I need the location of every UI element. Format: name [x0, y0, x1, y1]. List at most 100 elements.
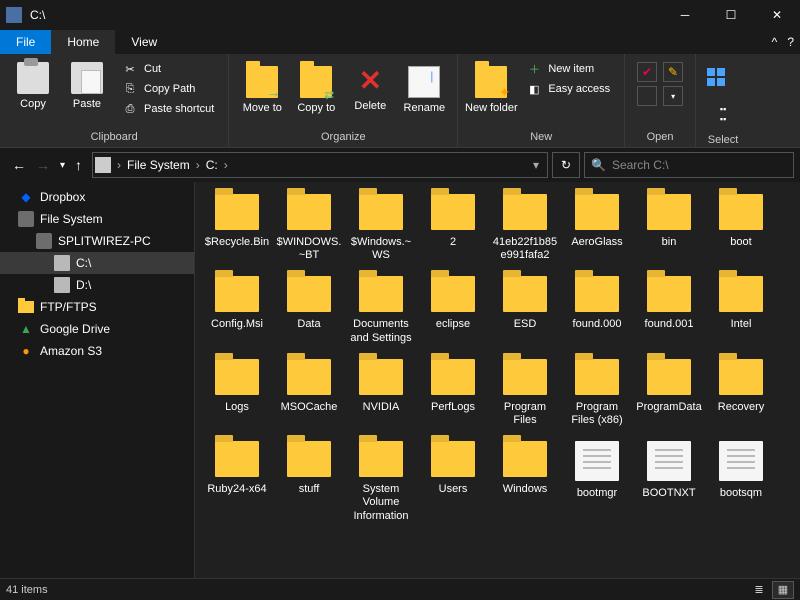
- up-button[interactable]: ↑: [75, 157, 82, 173]
- folder-s-icon: [18, 301, 34, 313]
- easy-access-label: Easy access: [548, 83, 610, 95]
- maximize-button[interactable]: ☐: [708, 0, 754, 30]
- recent-locations-button[interactable]: ▾: [60, 160, 65, 171]
- folder-item[interactable]: eclipse: [419, 276, 487, 344]
- folder-item[interactable]: ProgramData: [635, 359, 703, 427]
- tab-home[interactable]: Home: [51, 30, 115, 54]
- rename-button[interactable]: Rename: [397, 58, 451, 118]
- copy-to-button[interactable]: Copy to: [289, 58, 343, 118]
- ribbon-group-organize: Move to Copy to ✕Delete Rename Organize: [229, 54, 458, 147]
- item-label: PerfLogs: [431, 401, 475, 414]
- edit-button[interactable]: ✎: [663, 62, 683, 82]
- folder-item[interactable]: 41eb22f1b85e991fafa2: [491, 194, 559, 262]
- view-details-button[interactable]: ≣: [748, 581, 770, 599]
- tab-view[interactable]: View: [115, 30, 173, 54]
- folder-item[interactable]: $Recycle.Bin: [203, 194, 271, 262]
- folder-item[interactable]: NVIDIA: [347, 359, 415, 427]
- folder-item[interactable]: found.000: [563, 276, 631, 344]
- sidebar-item[interactable]: FTP/FTPS: [0, 296, 194, 318]
- folder-icon: [359, 194, 403, 230]
- folder-item[interactable]: System Volume Information: [347, 441, 415, 523]
- collapse-ribbon-icon[interactable]: ^: [772, 35, 778, 49]
- file-item[interactable]: bootsqm: [707, 441, 775, 523]
- paste-shortcut-button[interactable]: ⎙Paste shortcut: [118, 100, 218, 118]
- item-label: Program Files (x86): [564, 401, 630, 427]
- sidebar-item[interactable]: Google Drive: [0, 318, 194, 340]
- close-button[interactable]: ✕: [754, 0, 800, 30]
- view-icons-button[interactable]: ▦: [772, 581, 794, 599]
- delete-button[interactable]: ✕Delete: [343, 58, 397, 116]
- paste-button[interactable]: Paste: [60, 58, 114, 114]
- folder-item[interactable]: $Windows.~WS: [347, 194, 415, 262]
- folder-item[interactable]: ESD: [491, 276, 559, 344]
- folder-item[interactable]: stuff: [275, 441, 343, 523]
- folder-item[interactable]: Logs: [203, 359, 271, 427]
- folder-item[interactable]: Config.Msi: [203, 276, 271, 344]
- back-button[interactable]: ←: [12, 157, 26, 173]
- folder-item[interactable]: bin: [635, 194, 703, 262]
- help-icon[interactable]: ?: [787, 35, 794, 49]
- folder-item[interactable]: boot: [707, 194, 775, 262]
- folder-item[interactable]: Intel: [707, 276, 775, 344]
- item-label: boot: [730, 236, 751, 249]
- properties-button[interactable]: ✔: [637, 62, 657, 82]
- address-sep[interactable]: ›: [222, 158, 230, 172]
- ribbon-tabs: File Home View ^ ?: [0, 30, 800, 54]
- folder-item[interactable]: Users: [419, 441, 487, 523]
- folder-item[interactable]: Ruby24-x64: [203, 441, 271, 523]
- search-input[interactable]: [612, 158, 787, 172]
- folder-icon: [359, 441, 403, 477]
- minimize-button[interactable]: ─: [662, 0, 708, 30]
- new-item-button[interactable]: ＋New item: [522, 60, 614, 78]
- folder-item[interactable]: Program Files: [491, 359, 559, 427]
- folder-item[interactable]: $WINDOWS.~BT: [275, 194, 343, 262]
- folder-icon: [359, 359, 403, 395]
- folder-item[interactable]: Windows: [491, 441, 559, 523]
- item-label: found.001: [645, 318, 694, 331]
- search-bar[interactable]: 🔍: [584, 152, 794, 178]
- select-all-button[interactable]: ▪▪▪▪: [702, 58, 744, 128]
- sidebar-item[interactable]: Amazon S3: [0, 340, 194, 362]
- address-bar[interactable]: › File System › C: › ▾: [92, 152, 548, 178]
- folder-item[interactable]: MSOCache: [275, 359, 343, 427]
- folder-icon: [287, 194, 331, 230]
- sidebar-item[interactable]: File System: [0, 208, 194, 230]
- copy-path-button[interactable]: ⎘Copy Path: [118, 80, 218, 98]
- monitor-icon: [36, 233, 52, 249]
- address-seg-0[interactable]: File System: [123, 158, 194, 172]
- folder-item[interactable]: Program Files (x86): [563, 359, 631, 427]
- file-item[interactable]: bootmgr: [563, 441, 631, 523]
- folder-item[interactable]: found.001: [635, 276, 703, 344]
- sidebar-item[interactable]: C:\: [0, 252, 194, 274]
- sidebar-item[interactable]: SPLITWIREZ-PC: [0, 230, 194, 252]
- address-dropdown[interactable]: ▾: [527, 158, 545, 172]
- item-label: bin: [662, 236, 677, 249]
- folder-item[interactable]: AeroGlass: [563, 194, 631, 262]
- file-item[interactable]: BOOTNXT: [635, 441, 703, 523]
- folder-item[interactable]: Recovery: [707, 359, 775, 427]
- item-label: Recovery: [718, 401, 764, 414]
- tab-file[interactable]: File: [0, 30, 51, 54]
- address-sep[interactable]: ›: [115, 158, 123, 172]
- sidebar-item-label: File System: [40, 212, 103, 226]
- address-seg-1[interactable]: C:: [202, 158, 222, 172]
- refresh-button[interactable]: ↻: [552, 152, 580, 178]
- folder-item[interactable]: Documents and Settings: [347, 276, 415, 344]
- folder-item[interactable]: Data: [275, 276, 343, 344]
- sidebar-item-label: SPLITWIREZ-PC: [58, 234, 151, 248]
- forward-button[interactable]: →: [36, 157, 50, 173]
- copy-button[interactable]: Copy: [6, 58, 60, 114]
- history-button[interactable]: ▾: [663, 86, 683, 106]
- easy-access-button[interactable]: ◧Easy access: [522, 80, 614, 98]
- address-sep[interactable]: ›: [194, 158, 202, 172]
- cut-button[interactable]: ✂Cut: [118, 60, 218, 78]
- folder-item[interactable]: PerfLogs: [419, 359, 487, 427]
- app-icon: [6, 7, 22, 23]
- folder-item[interactable]: 2: [419, 194, 487, 262]
- move-to-button[interactable]: Move to: [235, 58, 289, 118]
- new-folder-button[interactable]: New folder: [464, 58, 518, 118]
- sidebar-item[interactable]: D:\: [0, 274, 194, 296]
- sidebar-item[interactable]: Dropbox: [0, 186, 194, 208]
- item-label: bootmgr: [577, 487, 617, 500]
- open-button[interactable]: [637, 86, 657, 106]
